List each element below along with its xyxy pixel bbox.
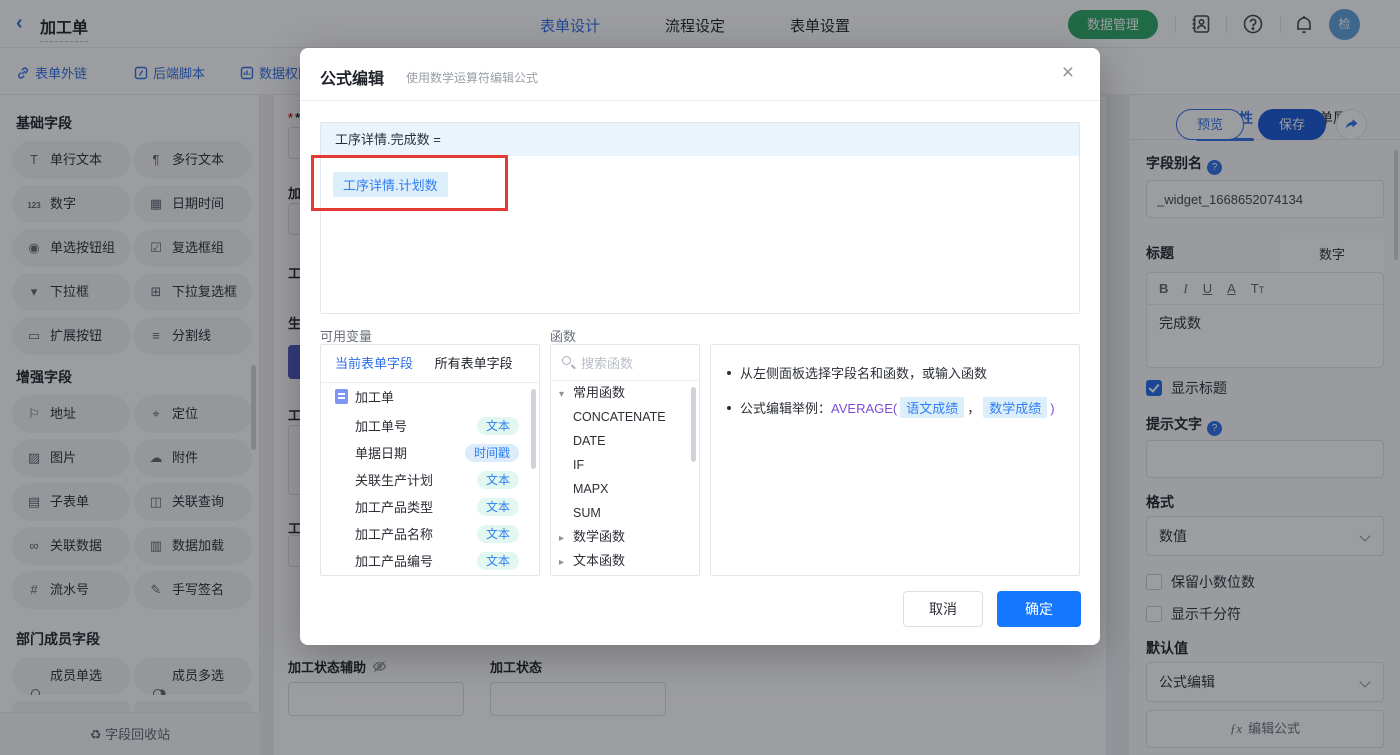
functions-panel: ▾常用函数 CONCATENATE DATE IF MAPX SUM ▸数学函数… xyxy=(550,344,700,576)
form-document-icon xyxy=(335,389,348,404)
modal-title: 公式编辑 xyxy=(320,71,385,88)
functions-label: 函数 xyxy=(550,329,577,344)
close-icon[interactable]: × xyxy=(1062,62,1074,83)
variables-label: 可用变量 xyxy=(320,329,373,344)
function-search xyxy=(551,345,699,381)
modal-subtitle: 使用数学运算符编辑公式 xyxy=(406,71,539,85)
type-badge: 文本 xyxy=(476,471,519,489)
variable-row[interactable]: 加工产品类型 文本 xyxy=(321,494,539,521)
function-item[interactable]: CONCATENATE xyxy=(551,405,699,429)
type-badge: 文本 xyxy=(476,525,519,543)
confirm-button[interactable]: 确定 xyxy=(997,591,1081,627)
variable-row[interactable]: 加工单号 文本 xyxy=(321,413,539,440)
function-item[interactable]: SUM xyxy=(551,501,699,525)
tip-line-2: 公式编辑举例：AVERAGE(语文成绩，数学成绩) xyxy=(727,397,1063,418)
example-field-chip: 数学成绩 xyxy=(983,397,1048,418)
function-item[interactable]: DATE xyxy=(551,429,699,453)
bullet-icon xyxy=(727,371,731,375)
app-root: ‹ 加工单 表单设计 流程设定 表单设置 数据管理 检 表单外链 后端脚本 数据… xyxy=(0,0,1400,755)
type-badge: 文本 xyxy=(476,552,519,570)
cancel-button[interactable]: 取消 xyxy=(903,591,983,627)
function-item[interactable]: IF xyxy=(551,453,699,477)
tree-root-form[interactable]: 加工单 xyxy=(321,383,539,413)
variable-row[interactable]: 文本 xyxy=(321,575,539,576)
function-group-common[interactable]: ▾ 常用函数 xyxy=(551,381,699,405)
tip-line-1: 从左侧面板选择字段名和函数，或输入函数 xyxy=(727,363,1063,382)
variable-row[interactable]: 加工产品编号 文本 xyxy=(321,548,539,575)
variable-row[interactable]: 单据日期 时间戳 xyxy=(321,440,539,467)
tips-panel: 从左侧面板选择字段名和函数，或输入函数 公式编辑举例：AVERAGE(语文成绩，… xyxy=(710,344,1080,576)
divider xyxy=(300,100,1100,101)
tab-current-form-fields[interactable]: 当前表单字段 xyxy=(335,345,413,383)
variable-row[interactable]: 关联生产计划 文本 xyxy=(321,467,539,494)
bullet-icon xyxy=(727,406,731,410)
variables-scrollbar[interactable] xyxy=(531,389,536,469)
variables-panel: 当前表单字段 所有表单字段 加工单 加工单号 文本 单据日期 时间戳 关联生产计划文… xyxy=(320,344,540,576)
type-badge: 文本 xyxy=(476,417,519,435)
variable-row[interactable]: 加工产品名称 文本 xyxy=(321,521,539,548)
example-field-chip: 语文成绩 xyxy=(900,397,965,418)
functions-scrollbar[interactable] xyxy=(691,387,696,462)
search-icon xyxy=(562,356,571,365)
function-item[interactable]: MAPX xyxy=(551,477,699,501)
annotation-highlight-box xyxy=(311,155,508,211)
function-search-input[interactable] xyxy=(581,352,691,374)
formula-target: 工序详情.完成数 = xyxy=(321,123,1079,156)
function-group-text[interactable]: ▸ 文本函数 xyxy=(551,549,699,573)
type-badge: 时间戳 xyxy=(464,444,519,462)
type-badge: 文本 xyxy=(476,498,519,516)
tab-all-form-fields[interactable]: 所有表单字段 xyxy=(435,345,513,383)
formula-editor: 工序详情.完成数 = 工序详情.计划数 xyxy=(320,122,1080,314)
formula-editor-modal: 公式编辑 使用数学运算符编辑公式 × 工序详情.完成数 = 工序详情.计划数 可… xyxy=(300,48,1100,645)
function-group-math[interactable]: ▸ 数学函数 xyxy=(551,525,699,549)
variables-tabs: 当前表单字段 所有表单字段 xyxy=(321,345,539,383)
